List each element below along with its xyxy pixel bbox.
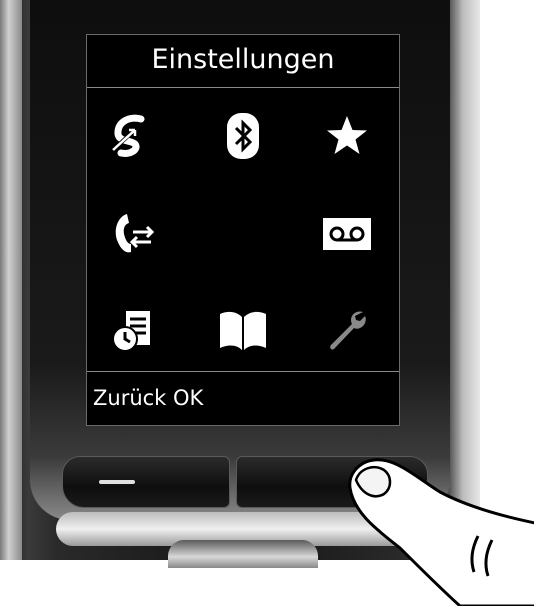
bluetooth-icon[interactable]: [215, 108, 271, 164]
clock-list-icon[interactable]: [105, 302, 161, 358]
phone-screen: Einstellungen Zurück OK: [86, 34, 400, 426]
left-softkey-mark: [99, 480, 135, 484]
call-forward-icon[interactable]: [105, 206, 161, 262]
navigation-key[interactable]: [168, 540, 318, 568]
voicemail-icon[interactable]: [319, 206, 375, 262]
book-icon[interactable]: [215, 302, 271, 358]
finger-illustration: [348, 458, 534, 606]
phone-side-left: [0, 0, 22, 560]
softkey-bar: Zurück OK: [87, 371, 399, 423]
star-icon[interactable]: [319, 108, 375, 164]
left-softkey-button[interactable]: [62, 456, 230, 508]
wrench-icon[interactable]: [319, 302, 375, 358]
screen-title: Einstellungen: [87, 35, 399, 88]
sync-icon[interactable]: [105, 108, 161, 164]
settings-menu-grid: [87, 88, 399, 371]
